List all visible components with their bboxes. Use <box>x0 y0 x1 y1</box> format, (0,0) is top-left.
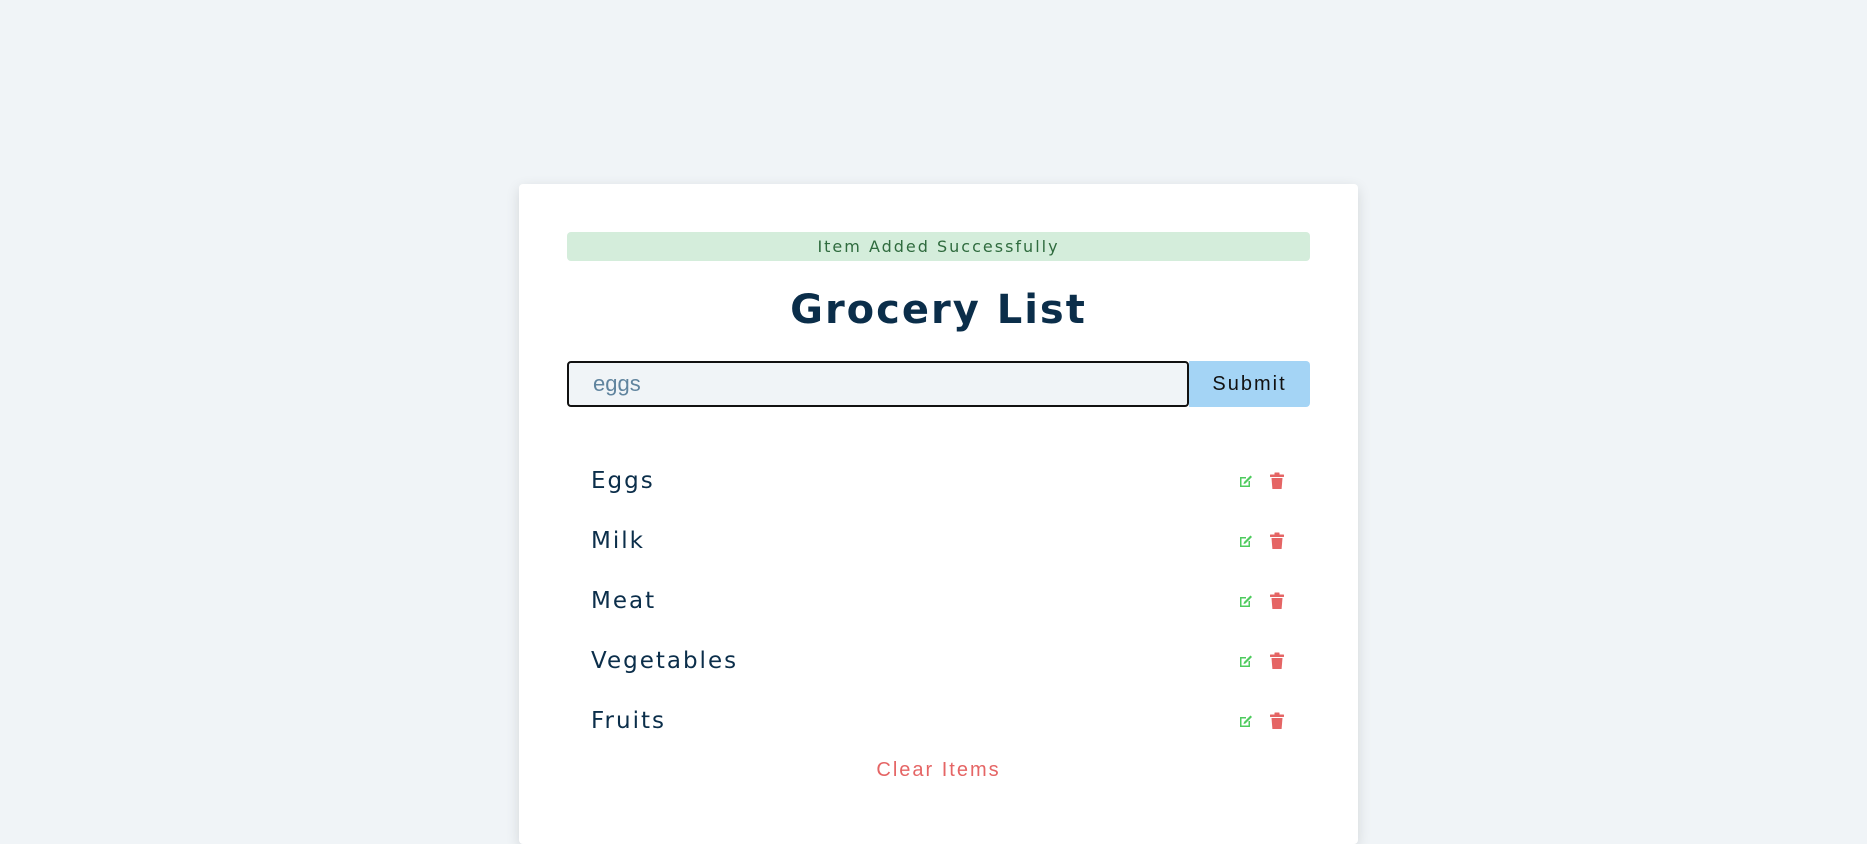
grocery-list: Eggs Milk Meat Vegetables Fruits <box>567 451 1310 751</box>
list-item-name: Vegetables <box>591 648 739 674</box>
trash-icon[interactable] <box>1268 472 1286 490</box>
edit-icon[interactable] <box>1237 592 1255 610</box>
list-item: Milk <box>567 511 1310 571</box>
list-item-actions <box>1237 472 1286 490</box>
list-item-name: Eggs <box>591 468 655 494</box>
list-item: Vegetables <box>567 631 1310 691</box>
trash-icon[interactable] <box>1268 652 1286 670</box>
trash-icon[interactable] <box>1268 592 1286 610</box>
submit-button[interactable]: Submit <box>1189 361 1310 407</box>
grocery-form: Submit <box>567 361 1310 407</box>
grocery-item-input[interactable] <box>567 361 1189 407</box>
success-alert-text: Item Added Successfully <box>817 237 1060 256</box>
list-item-name: Fruits <box>591 708 666 734</box>
list-item-actions <box>1237 712 1286 730</box>
list-item-name: Milk <box>591 528 645 554</box>
success-alert: Item Added Successfully <box>567 232 1310 261</box>
edit-icon[interactable] <box>1237 532 1255 550</box>
list-item: Fruits <box>567 691 1310 751</box>
list-item: Eggs <box>567 451 1310 511</box>
list-item-actions <box>1237 592 1286 610</box>
page-title: Grocery List <box>790 287 1087 333</box>
edit-icon[interactable] <box>1237 712 1255 730</box>
trash-icon[interactable] <box>1268 712 1286 730</box>
trash-icon[interactable] <box>1268 532 1286 550</box>
list-item-actions <box>1237 652 1286 670</box>
list-item: Meat <box>567 571 1310 631</box>
edit-icon[interactable] <box>1237 472 1255 490</box>
edit-icon[interactable] <box>1237 652 1255 670</box>
list-item-name: Meat <box>591 588 657 614</box>
list-item-actions <box>1237 532 1286 550</box>
clear-items-button[interactable]: Clear Items <box>567 759 1310 782</box>
grocery-card: Item Added Successfully Grocery List Sub… <box>519 184 1358 844</box>
